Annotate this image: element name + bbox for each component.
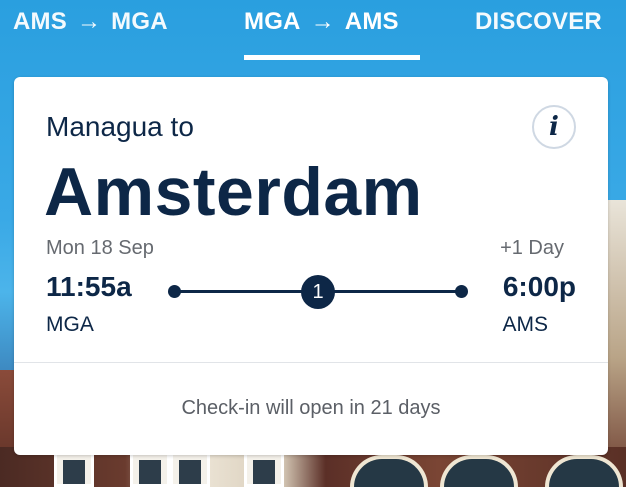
card-divider — [14, 362, 608, 363]
active-tab-indicator — [244, 55, 420, 60]
building-window — [54, 451, 94, 487]
tab-origin: AMS — [13, 8, 67, 35]
tab-origin: MGA — [244, 8, 301, 35]
tab-destination: MGA — [111, 8, 168, 35]
building-window — [244, 451, 284, 487]
departure-time: 11:55a — [46, 271, 132, 302]
destination-dot — [455, 285, 468, 298]
info-button[interactable]: i — [532, 105, 576, 149]
route-tabs: AMS → MGA MGA → AMS DISCOVER — [0, 0, 626, 60]
building-window — [170, 451, 210, 487]
info-icon: i — [549, 112, 559, 142]
arrow-right-icon: → — [310, 8, 335, 35]
route-line: 1 — [168, 275, 468, 309]
tab-mga-ams[interactable]: MGA → AMS — [244, 8, 399, 36]
departure-date: Mon 18 Sep — [46, 237, 154, 259]
origin-line: Managua to — [46, 111, 194, 142]
tab-discover[interactable]: DISCOVER — [475, 8, 602, 36]
arrival-day-offset: +1 Day — [500, 237, 564, 259]
arrival-time: 6:00p — [502, 271, 576, 302]
flight-card[interactable]: Managua to Amsterdam i Mon 18 Sep +1 Day… — [14, 77, 608, 455]
building-window — [130, 451, 170, 487]
arrival-airport: AMS — [502, 313, 548, 336]
origin-dot — [168, 285, 181, 298]
tab-destination: AMS — [344, 8, 399, 35]
arrow-right-icon: → — [76, 8, 102, 35]
checkin-message: Check-in will open in 21 days — [181, 397, 441, 419]
tab-ams-mga[interactable]: AMS → MGA — [13, 8, 168, 36]
destination-title: Amsterdam — [44, 154, 423, 230]
departure-airport: MGA — [46, 313, 94, 336]
stop-count-badge: 1 — [301, 275, 335, 309]
